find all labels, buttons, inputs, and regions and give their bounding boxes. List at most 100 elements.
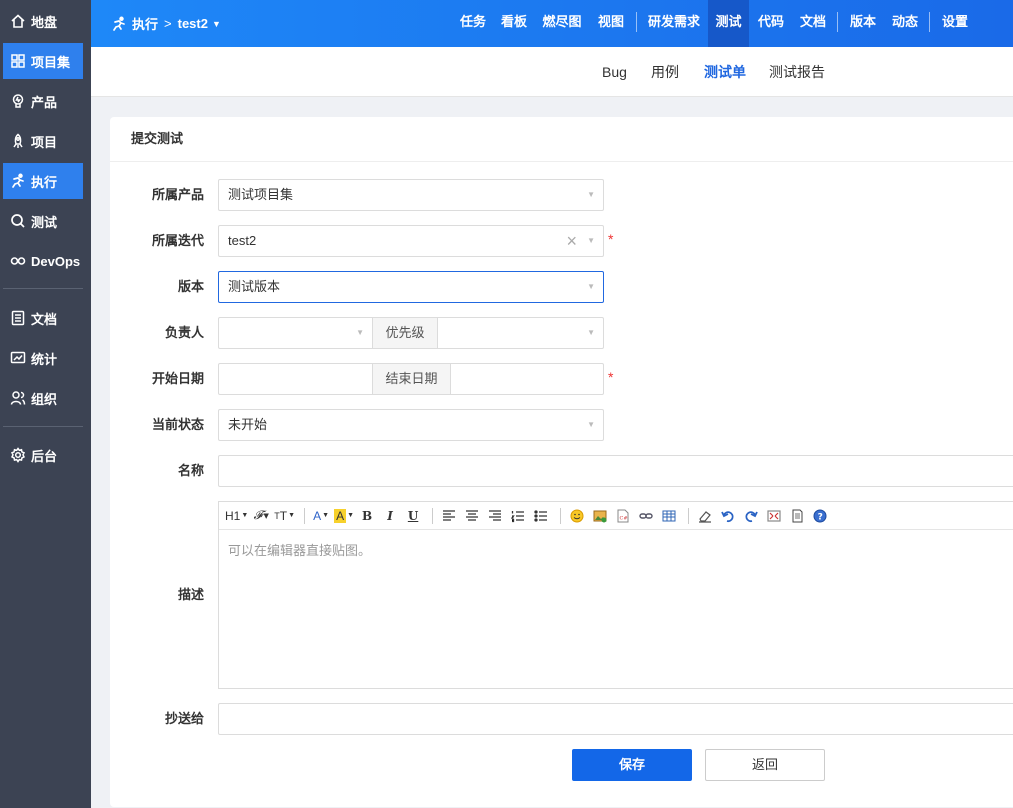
chevron-down-icon: ▼ [356,328,364,337]
table-icon[interactable] [659,506,679,526]
nav-item-settings[interactable]: 设置 [940,0,970,47]
sidebar-item-stats[interactable]: 统计 [3,340,83,376]
source-icon[interactable] [787,506,807,526]
nav-item-burndown[interactable]: 燃尽图 [541,0,583,47]
users-icon [10,390,26,406]
doc-icon [10,310,26,326]
subnav-item-testreport[interactable]: 测试报告 [769,47,825,97]
nav-item-requirements[interactable]: 研发需求 [647,0,701,47]
product-select[interactable]: 测试项目集 ▼ [218,179,604,211]
begin-date-input[interactable] [218,363,373,395]
status-label: 当前状态 [151,417,204,432]
highlight-button[interactable]: A ▼ [334,506,354,526]
name-label: 名称 [177,463,204,478]
begin-label: 开始日期 [151,371,204,386]
nav-separator [929,12,930,32]
toolbar-separator [304,507,306,524]
sidebar-item-org[interactable]: 组织 [3,380,83,416]
bulb-icon [10,93,26,109]
sidebar-item-product[interactable]: 产品 [3,83,83,119]
subnav-item-case[interactable]: 用例 [651,47,679,97]
priority-select[interactable]: ▼ [437,317,604,349]
divider [110,161,1013,162]
fullscreen-icon[interactable] [764,506,784,526]
sidebar-item-label: DevOps [31,253,81,269]
description-textarea[interactable]: 可以在编辑器直接贴图。 [219,530,1013,569]
svg-text:C#: C# [620,515,628,521]
nav-item-build[interactable]: 版本 [848,0,878,47]
nav-item-kanban[interactable]: 看板 [499,0,529,47]
sidebar-item-devops[interactable]: DevOps [3,243,83,279]
align-right-icon[interactable] [485,506,505,526]
nav-item-code[interactable]: 代码 [756,0,786,47]
redo-icon[interactable] [741,506,761,526]
product-label: 所属产品 [151,187,204,202]
top-header: 执行 > test2 ▼ 任务 看板 燃尽图 视图 研发需求 测试 代码 文档 … [91,0,1013,47]
end-date-input[interactable] [450,363,604,395]
sidebar-item-admin[interactable]: 后台 [3,437,83,473]
align-center-icon[interactable] [462,506,482,526]
desc-label: 描述 [177,587,204,602]
sidebar-item-test[interactable]: 测试 [3,203,83,239]
help-icon[interactable]: ? [810,506,830,526]
heading-button[interactable]: H1 ▼ [225,506,248,526]
sidebar-item-label: 产品 [31,94,58,110]
sidebar-item-label: 地盘 [31,14,58,30]
owner-select[interactable]: ▼ [218,317,373,349]
home-icon [10,13,26,29]
code-icon[interactable]: C# [613,506,633,526]
sidebar-item-project[interactable]: 项目 [3,123,83,159]
sidebar-item-label: 项目集 [31,54,71,70]
toolbar-separator [688,507,690,524]
sub-nav: Bug 用例 测试单 测试报告 [91,47,1013,97]
product-value: 测试项目集 [228,187,294,202]
subnav-item-bug[interactable]: Bug [602,47,627,97]
cc-input[interactable] [218,703,1013,735]
sidebar-item-program[interactable]: 项目集 [3,43,83,79]
nav-item-test[interactable]: 测试 [708,0,749,47]
italic-button[interactable]: I [380,506,400,526]
sidebar-item-dashboard[interactable]: 地盘 [3,3,83,39]
save-button[interactable]: 保存 [572,749,692,781]
font-size-button[interactable]: T T ▼ [274,506,295,526]
execution-nav: 任务 看板 燃尽图 视图 研发需求 测试 代码 文档 版本 动态 设置 [91,0,1013,47]
run-icon [10,173,26,189]
back-button[interactable]: 返回 [705,749,825,781]
nav-item-doc[interactable]: 文档 [798,0,828,47]
font-color-button[interactable]: A ▼ [311,506,331,526]
ordered-list-icon[interactable] [508,506,528,526]
name-input[interactable] [218,455,1013,487]
undo-icon[interactable] [718,506,738,526]
iteration-select[interactable]: test2 × ▼ [218,225,604,257]
search-icon [10,213,26,229]
close-icon[interactable]: × [566,226,577,256]
build-select[interactable]: 测试版本 ▼ [218,271,604,303]
sidebar-item-execution[interactable]: 执行 [3,163,83,199]
unordered-list-icon[interactable] [531,506,551,526]
priority-label: 优先级 [373,317,437,349]
image-icon[interactable] [590,506,610,526]
sidebar-item-doc[interactable]: 文档 [3,300,83,336]
required-mark: * [608,369,614,385]
sidebar-item-label: 执行 [31,174,58,190]
sidebar-item-label: 后台 [31,448,58,464]
status-select[interactable]: 未开始 ▼ [218,409,604,441]
nav-item-tasks[interactable]: 任务 [458,0,488,47]
description-editor: H1 ▼ 𝓕 ▼ T T ▼ A ▼ A ▼ B I U C# ? 可以在编辑器… [218,501,1013,689]
nav-separator [837,12,838,32]
subnav-item-testtask[interactable]: 测试单 [704,47,746,97]
align-left-icon[interactable] [439,506,459,526]
eraser-icon[interactable] [695,506,715,526]
build-label: 版本 [177,279,204,294]
status-value: 未开始 [228,417,268,432]
nav-item-view[interactable]: 视图 [596,0,626,47]
underline-button[interactable]: U [403,506,423,526]
svg-text:?: ? [818,512,823,522]
emoji-icon[interactable] [567,506,587,526]
nav-item-dynamic[interactable]: 动态 [890,0,920,47]
link-icon[interactable] [636,506,656,526]
font-family-button[interactable]: 𝓕 ▼ [251,506,271,526]
build-value: 测试版本 [228,279,281,294]
sidebar: 地盘 项目集 产品 项目 执行 测试 DevOps 文档 统计 组织 后台 [0,0,91,808]
bold-button[interactable]: B [357,506,377,526]
